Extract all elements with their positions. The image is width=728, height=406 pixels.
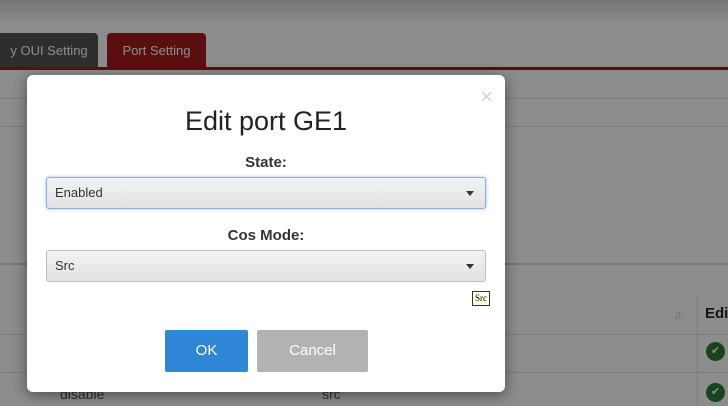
cos-mode-tooltip: Src	[472, 291, 490, 306]
state-select[interactable]: Enabled	[46, 177, 486, 209]
state-label: State:	[245, 154, 287, 171]
cancel-button[interactable]: Cancel	[257, 330, 368, 372]
chevron-down-icon	[466, 264, 474, 269]
ok-button[interactable]: OK	[165, 330, 248, 372]
dialog-title: Edit port GE1	[184, 106, 348, 136]
cos-mode-label: Cos Mode:	[227, 227, 305, 244]
state-select-value: Enabled	[55, 185, 103, 200]
cos-mode-select[interactable]: Src	[46, 250, 486, 282]
edit-port-dialog: × Edit port GE1 State: Enabled Cos Mode:…	[27, 75, 505, 392]
chevron-down-icon	[466, 191, 474, 196]
cos-mode-select-value: Src	[55, 258, 75, 273]
close-icon[interactable]: ×	[480, 86, 493, 108]
